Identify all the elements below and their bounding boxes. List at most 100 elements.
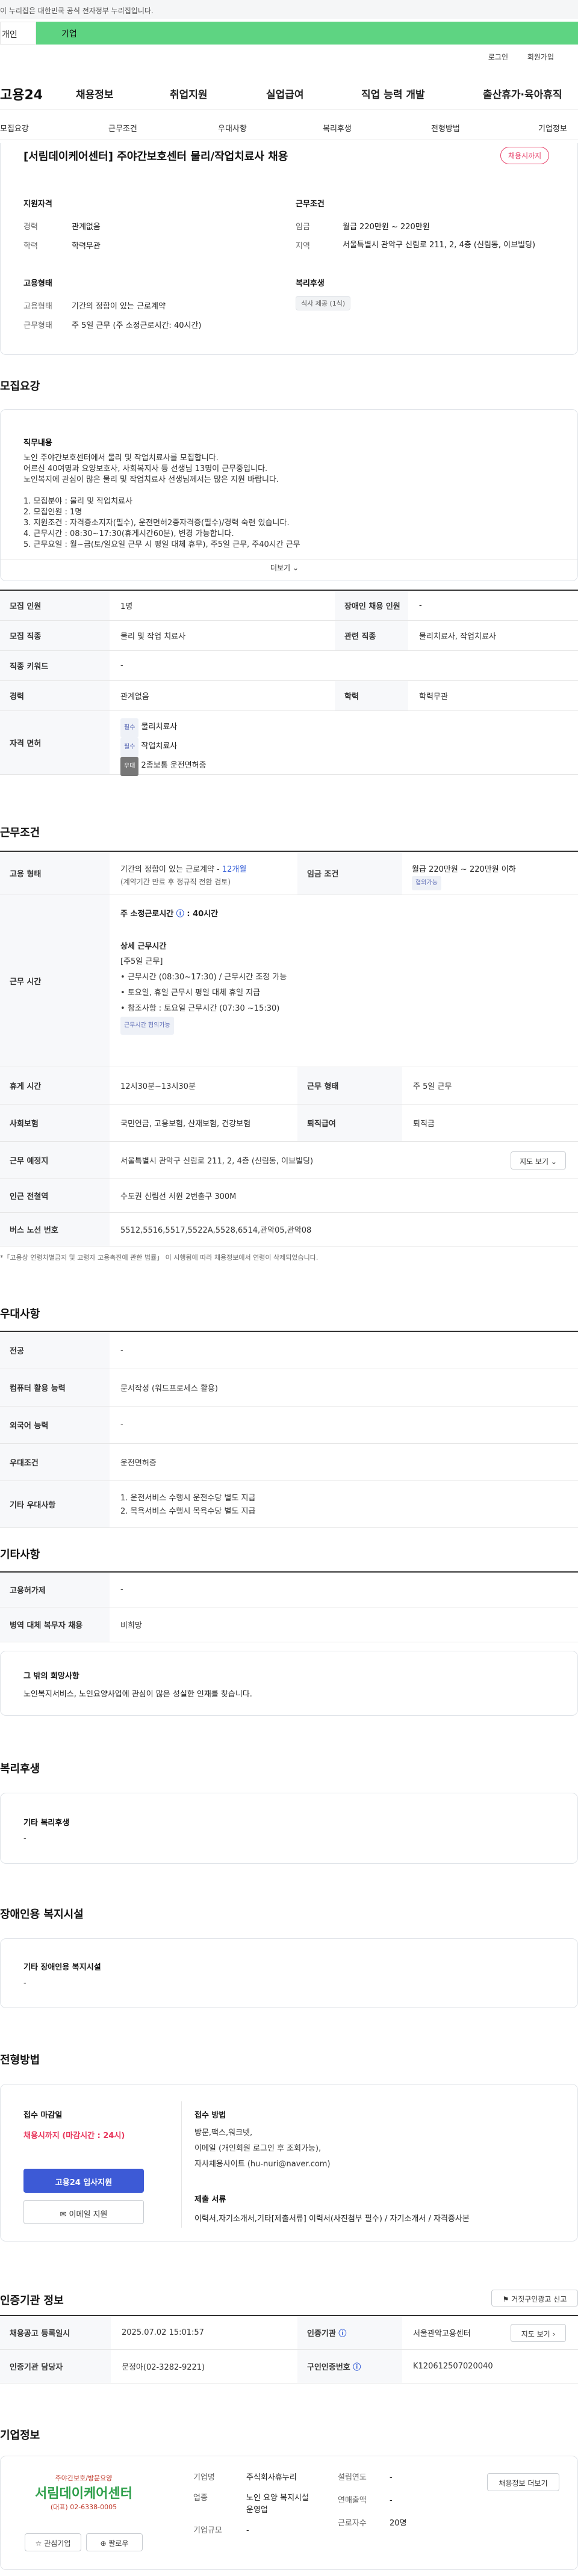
info-icon[interactable]: ⓘ xyxy=(338,2327,346,2338)
row-value: - xyxy=(419,601,422,610)
detail-text: 근무시간 (08:30~17:30) / 근무시간 조정 가능 xyxy=(127,973,287,982)
other-pref-list: 1. 운전서비스 수행시 운전수당 별도 지급 2. 목욕서비스 수행시 목욕수… xyxy=(120,1492,255,1518)
detail-line: • 토요일, 휴일 근무시 평일 대체 휴일 지급 xyxy=(120,988,261,997)
subnav-pref[interactable]: 우대사항 xyxy=(218,122,247,134)
section-title-recruit: 모집요강 xyxy=(0,380,40,393)
row-header: 근무 형태 xyxy=(297,1067,402,1104)
table-row: 고용허가제 - xyxy=(0,1573,578,1607)
duty-line: 2. 모집인원 : 1명 xyxy=(23,508,82,517)
row-header: 모집 직종 xyxy=(0,621,110,650)
more-jobs-button[interactable]: 채용정보 더보기 xyxy=(487,2473,559,2491)
cert-map-button[interactable]: 지도 보기 › xyxy=(511,2324,566,2342)
apply-button[interactable]: 고용24 입사지원 xyxy=(23,2169,144,2193)
disabled-card-heading: 기타 장애인용 복지시설 xyxy=(23,1963,101,1972)
tab-personal[interactable]: 개인 xyxy=(0,22,36,45)
site-logo[interactable]: 고용24 xyxy=(0,84,43,103)
welfare-card: 기타 복리후생 - xyxy=(0,1793,578,1864)
row-header: 자격 면허 xyxy=(0,711,110,774)
company-fields-left: 기업명 주식회사휴누리 업종 노인 요양 복지시설 운영업 기업규모 - xyxy=(193,2472,319,2545)
field-value: 노인 요양 복지시설 운영업 xyxy=(246,2494,309,2515)
row-header: 장애인 채용 인원 xyxy=(335,591,408,620)
license-list: 필수 물리치료사 필수 작업치료사 우대 2종보통 운전면허증 xyxy=(120,718,207,776)
row-header: 병역 대체 복무자 채용 xyxy=(0,1607,110,1642)
license-name: 2종보통 운전면허증 xyxy=(141,761,207,770)
hope-heading: 그 밖의 희망사항 xyxy=(23,1672,79,1681)
more-label: 더보기 xyxy=(270,564,291,572)
welfare-card-heading: 기타 복리후생 xyxy=(23,1819,70,1828)
subnav-screening[interactable]: 전형방법 xyxy=(431,122,460,134)
table-row: 외국어 능력 - xyxy=(0,1407,578,1444)
disabled-card-value: - xyxy=(23,1979,26,1988)
weekly-hours: 주 소정근로시간 ⓘ : 40시간 xyxy=(120,910,219,919)
flag-icon: ⚑ xyxy=(502,2295,509,2303)
hope-value: 노인복지서비스, 노인요양사업에 관심이 많은 성실한 인재를 찾습니다. xyxy=(23,1690,252,1699)
age-footnote: *「고용상 연령차별금지 및 고령자 고용촉진에 관한 법률」 이 시행됨에 따… xyxy=(0,1254,319,1262)
section-title-work: 근무조건 xyxy=(0,827,40,839)
report-fake-ad-button[interactable]: ⚑ 거짓구인광고 신고 xyxy=(491,2290,578,2306)
row-value: 운전면허증 xyxy=(120,1459,157,1468)
row-header: 채용공고 등록일시 xyxy=(0,2316,111,2349)
subnav-welfare[interactable]: 복리후생 xyxy=(323,122,352,134)
required-tag: 필수 xyxy=(120,738,139,757)
row-header: 인근 전철역 xyxy=(0,1179,110,1212)
more-button[interactable]: 더보기 ⌄ xyxy=(270,562,299,573)
info-icon[interactable]: ⓘ xyxy=(176,910,184,919)
career-value: 관계없음 xyxy=(72,223,101,232)
emp-label: 고용형태 xyxy=(23,302,52,311)
row-header: 직종 키워드 xyxy=(0,651,110,680)
row-header: 외국어 능력 xyxy=(0,1407,110,1443)
row-header: 경력 xyxy=(0,681,110,710)
email-btn-label: 이메일 지원 xyxy=(69,2210,108,2219)
detail-line: • 참조사항 : 토요일 근무시간 (07:30 ~15:30) xyxy=(120,1004,280,1013)
favorite-company-button[interactable]: ☆ 관심기업 xyxy=(25,2533,81,2551)
job-summary-card: [서림데이케어센터] 주야간보호센터 물리/작업치료사 채용 채용시까지 지원자… xyxy=(0,143,578,355)
deadline-badge: 채용시까지 xyxy=(500,147,550,164)
detail-line: • 근무시간 (08:30~17:30) / 근무시간 조정 가능 xyxy=(120,973,287,982)
follow-button[interactable]: ⊕ 팔로우 xyxy=(86,2533,143,2551)
row-header: 우대조건 xyxy=(0,1444,110,1481)
gnb-item-parental-leave[interactable]: 출산휴가·육아휴직 xyxy=(483,86,562,101)
field-label: 근로자수 xyxy=(338,2519,367,2528)
subnav-work[interactable]: 근무조건 xyxy=(108,122,137,134)
subnav-company[interactable]: 기업정보 xyxy=(538,122,567,134)
emp-note: (계약기간 만료 후 정규직 전환 검토) xyxy=(120,878,231,886)
preferred-tag: 우대 xyxy=(120,757,139,776)
field-value: - xyxy=(390,2496,393,2505)
login-link[interactable]: 로그인 xyxy=(488,53,508,61)
gnb-item-unemployment-benefit[interactable]: 실업급여 xyxy=(266,86,304,101)
subnav-recruit[interactable]: 모집요강 xyxy=(0,122,29,134)
map-view-button[interactable]: 지도 보기 ⌄ xyxy=(511,1151,566,1169)
field-label: 설립연도 xyxy=(338,2473,367,2482)
info-icon[interactable]: ⓘ xyxy=(353,2361,361,2372)
duty-line: 어르신 40여명과 요양보호사, 사회복지사 등 선생님 13명이 근무중입니다… xyxy=(23,464,268,473)
row-header: 모집 인원 xyxy=(0,591,110,620)
chevron-down-icon: ⌄ xyxy=(550,1157,557,1166)
row-header: 고용허가제 xyxy=(0,1573,110,1607)
gnb-item-employment-support[interactable]: 취업지원 xyxy=(170,86,208,101)
method-heading: 접수 방법 xyxy=(194,2111,226,2120)
method-line: 자사채용사이트 (hu-nuri@naver.com) xyxy=(194,2160,331,2169)
table-row: 경력 관계없음 학력 학력무관 xyxy=(0,681,578,711)
duty-line: 5. 근무요일 : 월~금(토/일요일 근무 시 평일 대체 휴무), 주5일 … xyxy=(23,540,300,549)
hours-value: 40시간 xyxy=(193,910,219,919)
row-header: 기타 우대사항 xyxy=(0,1481,110,1527)
map-btn-label: 지도 보기 xyxy=(521,2330,550,2338)
tab-company[interactable]: 기업 xyxy=(36,22,578,45)
row-header: 전공 xyxy=(0,1332,110,1369)
table-row: 채용공고 등록일시 2025.07.02 15:01:57 인증기관 ⓘ 서울관… xyxy=(0,2316,578,2350)
row-value: 1명 xyxy=(120,602,133,611)
chevron-down-icon: ⌄ xyxy=(292,564,299,572)
section-title-company: 기업정보 xyxy=(0,2429,40,2442)
row-value: 물리치료사, 작업치료사 xyxy=(419,632,496,641)
signup-link[interactable]: 회원가입 xyxy=(527,53,554,61)
email-apply-button[interactable]: ✉ 이메일 지원 xyxy=(23,2200,144,2224)
gnb-item-jobs[interactable]: 채용정보 xyxy=(76,86,114,101)
table-row: 버스 노선 번호 5512,5516,5517,5522A,5528,6514,… xyxy=(0,1213,578,1246)
gnb-item-vocational-training[interactable]: 직업 능력 개발 xyxy=(361,86,425,101)
table-row: 병역 대체 복무자 채용 비희망 xyxy=(0,1607,578,1642)
user-type-switch: 개인 기업 xyxy=(0,22,578,45)
hope-card: 그 밖의 희망사항 노인복지서비스, 노인요양사업에 관심이 많은 성실한 인재… xyxy=(0,1651,578,1716)
table-row: 전공 - xyxy=(0,1332,578,1369)
table-row: 기타 우대사항 1. 운전서비스 수행시 운전수당 별도 지급 2. 목욕서비스… xyxy=(0,1481,578,1528)
table-row: 우대조건 운전면허증 xyxy=(0,1444,578,1481)
